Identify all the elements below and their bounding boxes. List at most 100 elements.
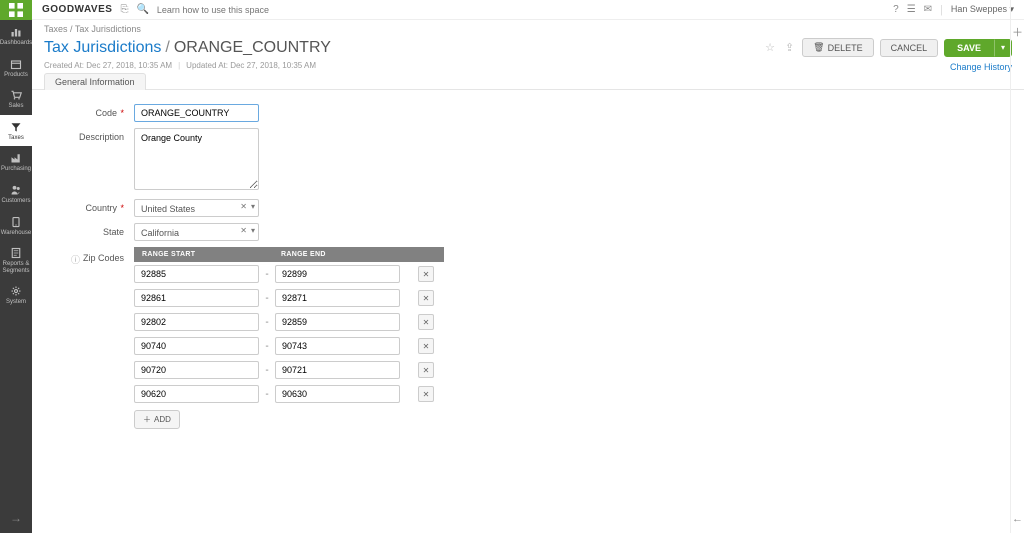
zip-range-start-input[interactable]	[134, 289, 259, 307]
sidebar-item-label: System	[6, 299, 26, 306]
report-icon	[10, 247, 22, 259]
sidebar-item-warehouse[interactable]: Warehouse	[0, 210, 32, 242]
zip-row: -✕	[134, 310, 444, 334]
label-country: Country *	[44, 199, 134, 213]
dash-separator: -	[265, 293, 269, 304]
app-logo[interactable]	[0, 0, 32, 20]
label-state: State	[44, 223, 134, 237]
breadcrumb: Taxes / Tax Jurisdictions	[32, 20, 1024, 36]
save-button[interactable]: SAVE	[944, 39, 994, 57]
sidebar-item-label: Customers	[2, 198, 31, 205]
page-title: Tax Jurisdictions/ORANGE_COUNTRY	[44, 39, 331, 57]
factory-icon	[10, 152, 22, 164]
zip-row: -✕	[134, 286, 444, 310]
pin-icon[interactable]: ⎘	[120, 4, 128, 15]
sidebar-item-reports[interactable]: Reports & Segments	[0, 241, 32, 279]
state-clear-icon[interactable]: ✕	[240, 226, 247, 235]
dash-separator: -	[265, 365, 269, 376]
sidebar-item-label: Taxes	[8, 135, 24, 142]
zip-range-end-input[interactable]	[275, 385, 400, 403]
title-parent-link[interactable]: Tax Jurisdictions	[44, 39, 161, 56]
zip-row: -✕	[134, 382, 444, 406]
country-caret-icon[interactable]: ▾	[251, 202, 255, 211]
sidebar-item-products[interactable]: Products	[0, 52, 32, 84]
zip-row-delete-button[interactable]: ✕	[418, 338, 434, 354]
brand-name: GOODWAVES	[42, 4, 112, 15]
description-input[interactable]	[134, 128, 259, 190]
right-rail-add-icon[interactable]: ＋	[1012, 24, 1023, 40]
search-input[interactable]	[157, 5, 337, 15]
zip-range-start-input[interactable]	[134, 385, 259, 403]
topbar: GOODWAVES ⎘ 🔍 ? ☰ ✉ | Han Sweppes ▾	[32, 0, 1024, 20]
sidebar-item-label: Products	[4, 72, 28, 79]
zip-range-end-input[interactable]	[275, 289, 400, 307]
sidebar-item-customers[interactable]: Customers	[0, 178, 32, 210]
help-icon[interactable]: ?	[893, 4, 899, 15]
zip-range-start-input[interactable]	[134, 265, 259, 283]
zip-row: -✕	[134, 262, 444, 286]
zip-row-delete-button[interactable]: ✕	[418, 290, 434, 306]
dash-separator: -	[265, 389, 269, 400]
dash-separator: -	[265, 341, 269, 352]
gear-icon	[10, 285, 22, 297]
zip-info-icon[interactable]: ⓘ	[71, 253, 80, 266]
country-clear-icon[interactable]: ✕	[240, 202, 247, 211]
delete-button[interactable]: 🗑 DELETE	[802, 38, 873, 57]
zip-range-end-input[interactable]	[275, 361, 400, 379]
right-rail-collapse-icon[interactable]: ←	[1012, 513, 1023, 525]
dash-separator: -	[265, 317, 269, 328]
tablet-icon	[10, 216, 22, 228]
favorite-icon[interactable]: ☆	[763, 41, 777, 54]
col-range-start: RANGE START	[134, 251, 279, 258]
zip-range-start-input[interactable]	[134, 313, 259, 331]
state-caret-icon[interactable]: ▾	[251, 226, 255, 235]
sidebar-item-label: Dashboards	[0, 40, 32, 47]
zip-row: -✕	[134, 334, 444, 358]
label-code: Code *	[44, 104, 134, 118]
mail-icon[interactable]: ✉	[924, 4, 932, 15]
right-rail: ＋ ←	[1010, 0, 1024, 533]
zip-row-delete-button[interactable]: ✕	[418, 362, 434, 378]
zip-range-end-input[interactable]	[275, 313, 400, 331]
sidebar-expand-icon[interactable]: →	[10, 511, 22, 533]
title-entity-name: ORANGE_COUNTRY	[174, 39, 331, 56]
search-icon[interactable]: 🔍	[136, 4, 148, 15]
label-zip: Zip Codes	[83, 253, 124, 263]
zip-row-delete-button[interactable]: ✕	[418, 314, 434, 330]
zip-range-end-input[interactable]	[275, 337, 400, 355]
sidebar-item-label: Sales	[8, 103, 23, 110]
zip-range-end-input[interactable]	[275, 265, 400, 283]
sidebar-item-dashboards[interactable]: Dashboards	[0, 20, 32, 52]
zip-row-delete-button[interactable]: ✕	[418, 266, 434, 282]
created-at: Created At: Dec 27, 2018, 10:35 AM	[44, 61, 172, 70]
sidebar-item-label: Warehouse	[1, 230, 31, 237]
cart-icon	[10, 89, 22, 101]
col-range-end: RANGE END	[279, 251, 424, 258]
users-icon	[10, 184, 22, 196]
sidebar-item-sales[interactable]: Sales	[0, 83, 32, 115]
share-icon[interactable]: ⇪	[783, 41, 796, 54]
zip-range-start-input[interactable]	[134, 337, 259, 355]
zip-row-delete-button[interactable]: ✕	[418, 386, 434, 402]
breadcrumb-leaf[interactable]: Tax Jurisdictions	[75, 24, 141, 34]
sidebar-item-system[interactable]: System	[0, 279, 32, 311]
add-zip-button[interactable]: ＋ ADD	[134, 410, 180, 429]
sidebar-item-taxes[interactable]: Taxes	[0, 115, 32, 147]
zip-row: -✕	[134, 358, 444, 382]
tab-general-information[interactable]: General Information	[44, 73, 146, 90]
user-menu[interactable]: Han Sweppes ▾	[951, 4, 1014, 15]
chart-icon	[10, 26, 22, 38]
dash-separator: -	[265, 269, 269, 280]
cancel-button[interactable]: CANCEL	[880, 39, 939, 57]
menu-icon[interactable]: ☰	[907, 4, 916, 15]
updated-at: Updated At: Dec 27, 2018, 10:35 AM	[186, 61, 316, 70]
code-input[interactable]	[134, 104, 259, 122]
label-description: Description	[44, 128, 134, 142]
sidebar-item-label: Reports & Segments	[2, 261, 30, 274]
sidebar-item-purchasing[interactable]: Purchasing	[0, 146, 32, 178]
sidebar-item-label: Purchasing	[1, 166, 31, 173]
zip-table-header: RANGE START RANGE END	[134, 247, 444, 262]
breadcrumb-root[interactable]: Taxes	[44, 24, 68, 34]
zip-range-start-input[interactable]	[134, 361, 259, 379]
filter-icon	[10, 121, 22, 133]
